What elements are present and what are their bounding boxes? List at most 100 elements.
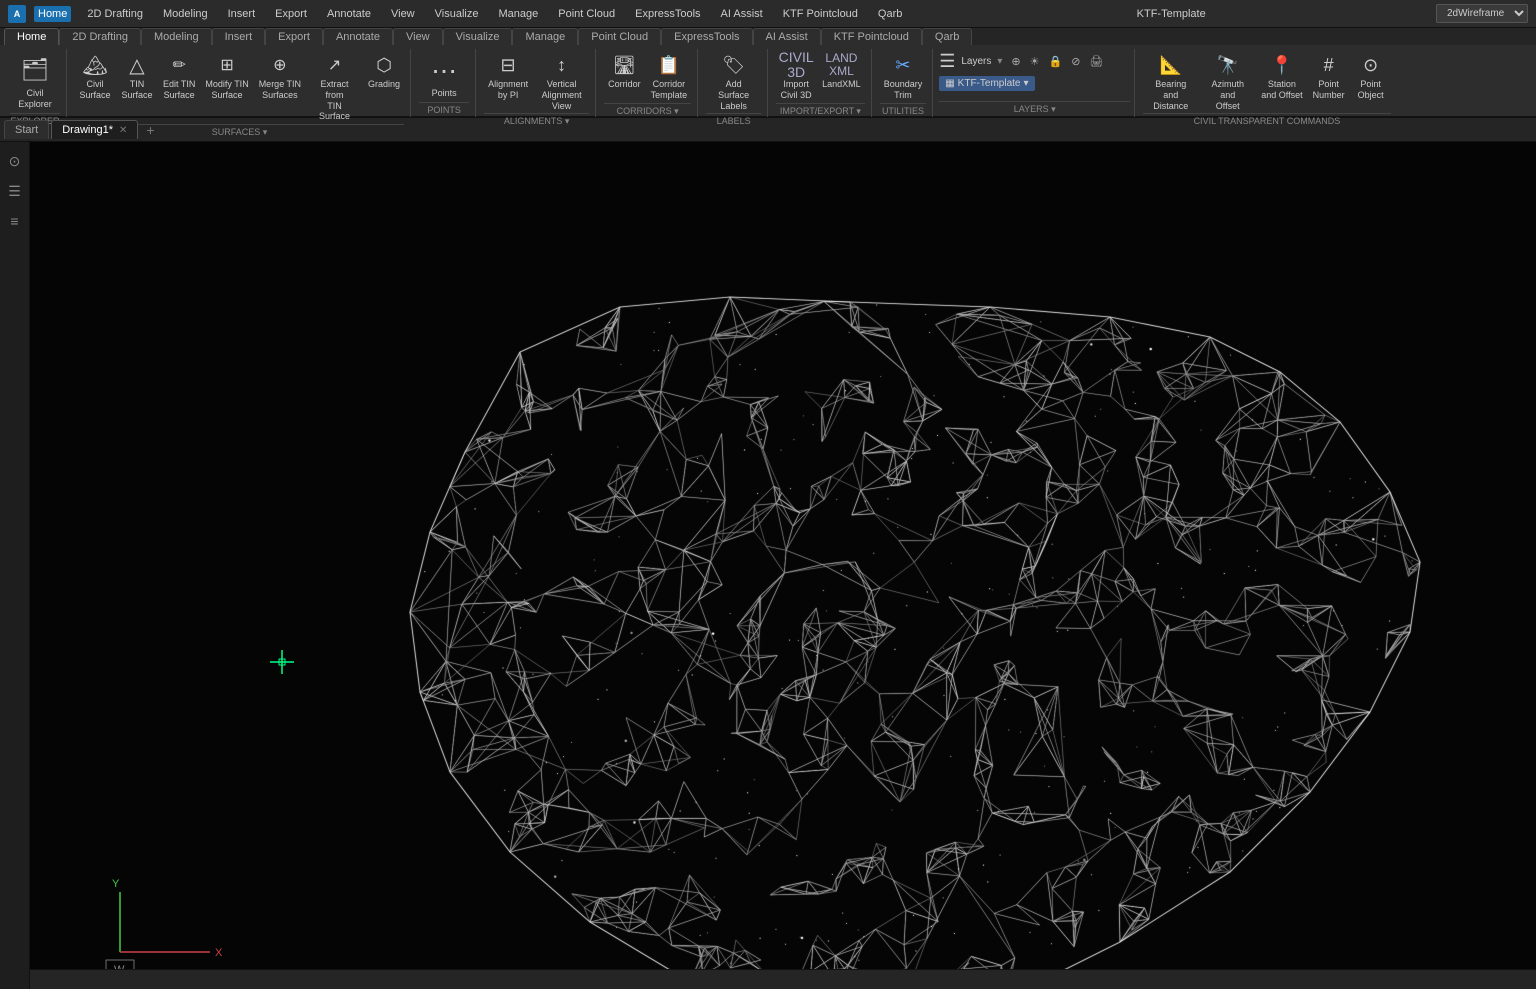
menu-manage[interactable]: Manage — [494, 6, 542, 22]
ribbon-group-import-export: CIVIL3D ImportCivil 3D LANDXML LandXML I… — [770, 49, 872, 117]
grading-label: Grading — [368, 79, 400, 90]
layer-ctrl-2[interactable]: ☀ — [1027, 54, 1043, 69]
ribbon-tab-ktf[interactable]: KTF Pointcloud — [821, 28, 922, 45]
sidebar-nav-btn-3[interactable]: ≡ — [4, 210, 26, 232]
ribbon-group-explorer: 🗂 CivilExplorer EXPLORER — [4, 49, 67, 117]
corridor-template-button[interactable]: 📋 CorridorTemplate — [647, 51, 692, 103]
menu-2d-drafting[interactable]: 2D Drafting — [83, 6, 147, 22]
modify-tin-icon: ⊞ — [215, 53, 239, 77]
ribbon-tab-insert[interactable]: Insert — [212, 28, 266, 45]
corridor-button[interactable]: 🛣 Corridor — [604, 51, 645, 92]
import-export-group-label: IMPORT/EXPORT ▾ — [776, 103, 865, 119]
vertical-alignment-button[interactable]: ↕ VerticalAlignment View — [534, 51, 589, 113]
menu-qarb[interactable]: Qarb — [874, 6, 906, 22]
civil-surface-button[interactable]: 🏔 CivilSurface — [75, 51, 115, 103]
bearing-distance-button[interactable]: 📐 Bearing andDistance — [1143, 51, 1198, 113]
merge-tin-button[interactable]: ⊕ Merge TINSurfaces — [255, 51, 305, 103]
menu-ktf-pointcloud[interactable]: KTF Pointcloud — [779, 6, 862, 22]
ribbon-tab-qarb[interactable]: Qarb — [922, 28, 972, 45]
layer-ctrl-3[interactable]: 🔒 — [1046, 54, 1066, 69]
ribbon-tab-export[interactable]: Export — [265, 28, 323, 45]
point-number-icon: # — [1317, 53, 1341, 77]
ribbon-group-surfaces: 🏔 CivilSurface △ TINSurface ✏ Edit TINSu… — [69, 49, 411, 117]
sidebar-nav-btn-1[interactable]: ⊙ — [4, 150, 26, 172]
azimuth-offset-icon: 🔭 — [1216, 53, 1240, 77]
layers-group-label: LAYERS ▾ — [939, 101, 1130, 117]
tab-start[interactable]: Start — [4, 120, 49, 139]
layer-ctrl-4[interactable]: ⊘ — [1068, 54, 1083, 69]
civil-explorer-icon: 🗂 — [19, 54, 51, 86]
ribbon-tab-aiassist[interactable]: AI Assist — [753, 28, 821, 45]
canvas-area[interactable]: Y X W — [30, 142, 1536, 989]
boundary-trim-label: BoundaryTrim — [884, 79, 923, 101]
extract-tin-label: Extract fromTIN Surface — [311, 79, 358, 122]
window-title: KTF-Template — [906, 8, 1436, 20]
edit-tin-button[interactable]: ✏ Edit TINSurface — [159, 51, 199, 103]
view-mode-selector[interactable]: 2dWireframe — [1436, 4, 1528, 23]
tin-surface-button[interactable]: △ TINSurface — [117, 51, 157, 103]
layer-ctrl-1[interactable]: ⊕ — [1008, 54, 1023, 69]
modify-tin-label: Modify TINSurface — [205, 79, 248, 101]
ribbon-tab-expresstools[interactable]: ExpressTools — [661, 28, 752, 45]
menu-view[interactable]: View — [387, 6, 419, 22]
menu-export[interactable]: Export — [271, 6, 311, 22]
tab-drawing1-close[interactable]: ✕ — [119, 125, 127, 136]
boundary-trim-icon: ✂ — [891, 53, 915, 77]
menu-bar: Home 2D Drafting Modeling Insert Export … — [34, 6, 906, 22]
menu-visualize[interactable]: Visualize — [431, 6, 483, 22]
alignments-group-label: ALIGNMENTS ▾ — [484, 113, 589, 129]
civil-explorer-button[interactable]: 🗂 CivilExplorer — [10, 51, 60, 113]
alignment-by-pi-icon: ⊟ — [496, 53, 520, 77]
landxml-button[interactable]: LANDXML LandXML — [818, 51, 865, 92]
menu-ai-assist[interactable]: AI Assist — [717, 6, 767, 22]
sidebar-nav-btn-2[interactable]: ☰ — [4, 180, 26, 202]
modify-tin-button[interactable]: ⊞ Modify TINSurface — [201, 51, 252, 103]
civil-transparent-group-label: CIVIL TRANSPARENT COMMANDS — [1143, 113, 1390, 128]
boundary-trim-button[interactable]: ✂ BoundaryTrim — [880, 51, 927, 103]
grading-button[interactable]: ⬡ Grading — [364, 51, 404, 92]
civil-surface-label: CivilSurface — [79, 79, 110, 101]
ribbon-group-layers: ☰ Layers ▾ ⊕ ☀ 🔒 ⊘ 🖨 ▦ KTF-Template ▾ — [935, 49, 1135, 117]
menu-point-cloud[interactable]: Point Cloud — [554, 6, 619, 22]
merge-tin-icon: ⊕ — [268, 53, 292, 77]
corridors-group-label: CORRIDORS ▾ — [604, 103, 691, 119]
layer-ctrl-5[interactable]: 🖨 — [1086, 54, 1106, 69]
ribbon-tab-visualize[interactable]: Visualize — [443, 28, 513, 45]
station-offset-icon: 📍 — [1270, 53, 1294, 77]
points-button[interactable]: ·∙· Points — [419, 51, 469, 102]
menu-annotate[interactable]: Annotate — [323, 6, 375, 22]
alignment-by-pi-button[interactable]: ⊟ Alignmentby PI — [484, 51, 532, 103]
ribbon-tab-home[interactable]: Home — [4, 28, 59, 45]
point-number-label: PointNumber — [1313, 79, 1345, 101]
ribbon-tab-2d-drafting[interactable]: 2D Drafting — [59, 28, 141, 45]
station-offset-label: Stationand Offset — [1261, 79, 1302, 101]
civil-3d-import-button[interactable]: CIVIL3D ImportCivil 3D — [776, 51, 816, 103]
point-number-button[interactable]: # PointNumber — [1309, 51, 1349, 103]
view-controls: 2dWireframe — [1436, 4, 1528, 23]
ribbon-tab-view[interactable]: View — [393, 28, 443, 45]
ribbon-tab-pointcloud[interactable]: Point Cloud — [578, 28, 661, 45]
tab-add-button[interactable]: + — [140, 119, 160, 141]
ribbon-content: 🗂 CivilExplorer EXPLORER 🏔 CivilSurface … — [0, 45, 1536, 117]
menu-expresstools[interactable]: ExpressTools — [631, 6, 704, 22]
station-offset-button[interactable]: 📍 Stationand Offset — [1257, 51, 1306, 103]
ktf-template-button[interactable]: ▦ KTF-Template ▾ — [939, 76, 1034, 91]
menu-modeling[interactable]: Modeling — [159, 6, 212, 22]
labels-group-label: LABELS — [706, 113, 761, 128]
ribbon-tab-modeling[interactable]: Modeling — [141, 28, 212, 45]
civil-3d-label: ImportCivil 3D — [781, 79, 812, 101]
azimuth-offset-button[interactable]: 🔭 Azimuth andOffset — [1200, 51, 1255, 113]
layers-dropdown-arrow[interactable]: ▾ — [997, 56, 1002, 67]
point-object-button[interactable]: ⊙ PointObject — [1351, 51, 1391, 103]
points-group-label: POINTS — [419, 102, 469, 117]
ribbon-tab-manage[interactable]: Manage — [512, 28, 578, 45]
extract-tin-button[interactable]: ↗ Extract fromTIN Surface — [307, 51, 362, 124]
extract-tin-icon: ↗ — [323, 53, 347, 77]
tab-drawing1[interactable]: Drawing1* ✕ — [51, 120, 138, 139]
add-surface-labels-button[interactable]: 🏷 Add SurfaceLabels — [706, 51, 761, 113]
menu-insert[interactable]: Insert — [224, 6, 260, 22]
menu-home[interactable]: Home — [34, 6, 71, 22]
layers-icon: ☰ — [939, 51, 955, 72]
ribbon-group-alignments: ⊟ Alignmentby PI ↕ VerticalAlignment Vie… — [478, 49, 596, 117]
ribbon-tab-annotate[interactable]: Annotate — [323, 28, 393, 45]
